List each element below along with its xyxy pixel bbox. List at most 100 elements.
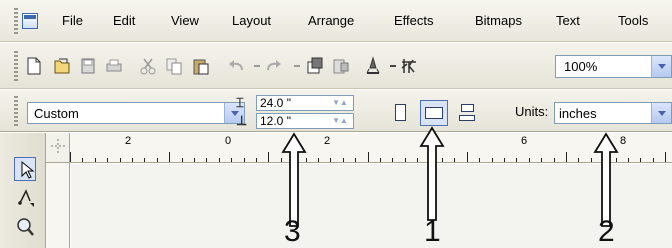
menu-bar: File Edit View Layout Arrange Effects Bi… (0, 0, 672, 42)
application-icon[interactable] (22, 13, 38, 29)
ruler-tick (516, 158, 518, 162)
paste-icon[interactable] (191, 56, 211, 76)
landscape-orientation-button[interactable] (420, 100, 448, 126)
ruler-origin[interactable] (46, 133, 70, 163)
ruler-tick (156, 158, 158, 162)
zoom-level-select[interactable]: 100% (555, 55, 672, 78)
ruler-tick (70, 152, 71, 162)
ruler-tick (479, 158, 481, 162)
open-icon[interactable] (52, 56, 72, 76)
menu-bar-grip[interactable] (14, 8, 18, 34)
ruler-tick (628, 158, 629, 162)
ruler-tick (553, 158, 555, 162)
ruler-tick (342, 158, 344, 162)
ruler-tick (94, 158, 96, 162)
welcome-screen-icon[interactable] (399, 56, 419, 76)
ruler-tick (218, 158, 220, 162)
menu-bitmaps[interactable]: Bitmaps (475, 13, 522, 28)
ruler-tick (318, 158, 319, 162)
print-icon[interactable] (104, 56, 124, 76)
all-pages-icon (461, 104, 474, 112)
portrait-orientation-button[interactable] (388, 100, 412, 126)
pick-tool-icon[interactable] (14, 157, 36, 181)
ruler-tick (578, 158, 580, 162)
page-height-spinner[interactable]: ▼▲ (328, 116, 352, 126)
callout-number-1: 1 (424, 215, 441, 248)
menu-file[interactable]: File (62, 13, 83, 28)
property-bar-grip[interactable] (14, 96, 18, 126)
menu-view[interactable]: View (171, 13, 199, 28)
undo-icon[interactable] (226, 56, 246, 76)
standard-toolbar: 100% (0, 43, 672, 89)
page-height-field[interactable]: 12.0 " ▼▲ (256, 113, 354, 129)
zoom-tool-icon[interactable] (14, 215, 36, 239)
menu-arrange[interactable]: Arrange (308, 13, 354, 28)
ruler-tick (107, 158, 109, 162)
ruler-tick (380, 158, 381, 162)
ruler-tick (119, 158, 121, 162)
chevron-down-icon[interactable] (651, 56, 671, 77)
drawing-canvas[interactable] (71, 164, 672, 248)
ruler-tick (491, 158, 493, 162)
ruler-tick (181, 158, 183, 162)
page-layout-button[interactable] (455, 100, 479, 126)
save-icon[interactable] (78, 56, 98, 76)
menu-layout[interactable]: Layout (232, 13, 271, 28)
horizontal-ruler[interactable]: 2 0 2 4 6 8 (70, 133, 672, 163)
units-select[interactable]: inches (554, 102, 672, 124)
ruler-label: 2 (324, 135, 331, 147)
menu-edit[interactable]: Edit (113, 13, 135, 28)
export-icon[interactable] (331, 56, 351, 76)
ruler-label: 8 (620, 135, 627, 147)
paper-type-value: Custom (34, 106, 79, 121)
undo-dropdown-icon[interactable] (247, 56, 260, 76)
application-launcher-icon[interactable] (363, 56, 383, 76)
callout-number-2: 2 (598, 215, 615, 248)
ruler-label: 0 (225, 135, 232, 147)
redo-dropdown-icon[interactable] (287, 56, 300, 76)
ruler-tick (256, 158, 257, 162)
ruler-tick (466, 152, 468, 162)
ruler-tick (528, 158, 530, 162)
callout-arrow-3 (280, 132, 308, 228)
ruler-tick (392, 158, 394, 162)
new-document-icon[interactable] (24, 56, 44, 76)
ruler-tick (206, 158, 208, 162)
ruler-tick (541, 158, 543, 162)
paper-type-select[interactable]: Custom (27, 102, 245, 124)
current-page-icon (459, 115, 475, 121)
page-width-icon: ⌶ (236, 95, 244, 110)
ruler-tick (144, 158, 146, 162)
page-height-value: 12.0 " (260, 114, 291, 128)
page-width-field[interactable]: 24.0 " ▼▲ (256, 95, 354, 111)
ruler-tick (367, 152, 369, 162)
copy-icon[interactable] (164, 56, 184, 76)
chevron-down-icon[interactable] (651, 103, 671, 123)
toolbox (0, 133, 46, 248)
cut-icon[interactable] (138, 56, 158, 76)
shape-tool-icon[interactable] (14, 185, 36, 209)
application-launcher-dropdown-icon[interactable] (383, 56, 396, 76)
redo-icon[interactable] (264, 56, 284, 76)
import-icon[interactable] (305, 56, 325, 76)
units-label: Units: (515, 104, 549, 119)
ruler-tick (132, 158, 133, 162)
landscape-icon (425, 107, 443, 119)
menu-text[interactable]: Text (556, 13, 580, 28)
ruler-tick (243, 158, 245, 162)
page-height-icon: ⊥ (236, 113, 248, 128)
zoom-level-value: 100% (564, 59, 598, 74)
toolbar-grip[interactable] (14, 51, 18, 81)
ruler-tick (640, 158, 642, 162)
page-width-spinner[interactable]: ▼▲ (328, 98, 352, 108)
ruler-tick (404, 158, 406, 162)
ruler-tick (169, 152, 171, 162)
menu-effects[interactable]: Effects (394, 13, 434, 28)
callout-number-3: 3 (284, 215, 301, 248)
vertical-ruler[interactable] (46, 163, 70, 248)
ruler-tick (231, 158, 233, 162)
ruler-tick (454, 158, 456, 162)
callout-arrow-2 (592, 132, 620, 228)
ruler-tick (330, 158, 332, 162)
menu-tools[interactable]: Tools (618, 13, 648, 28)
